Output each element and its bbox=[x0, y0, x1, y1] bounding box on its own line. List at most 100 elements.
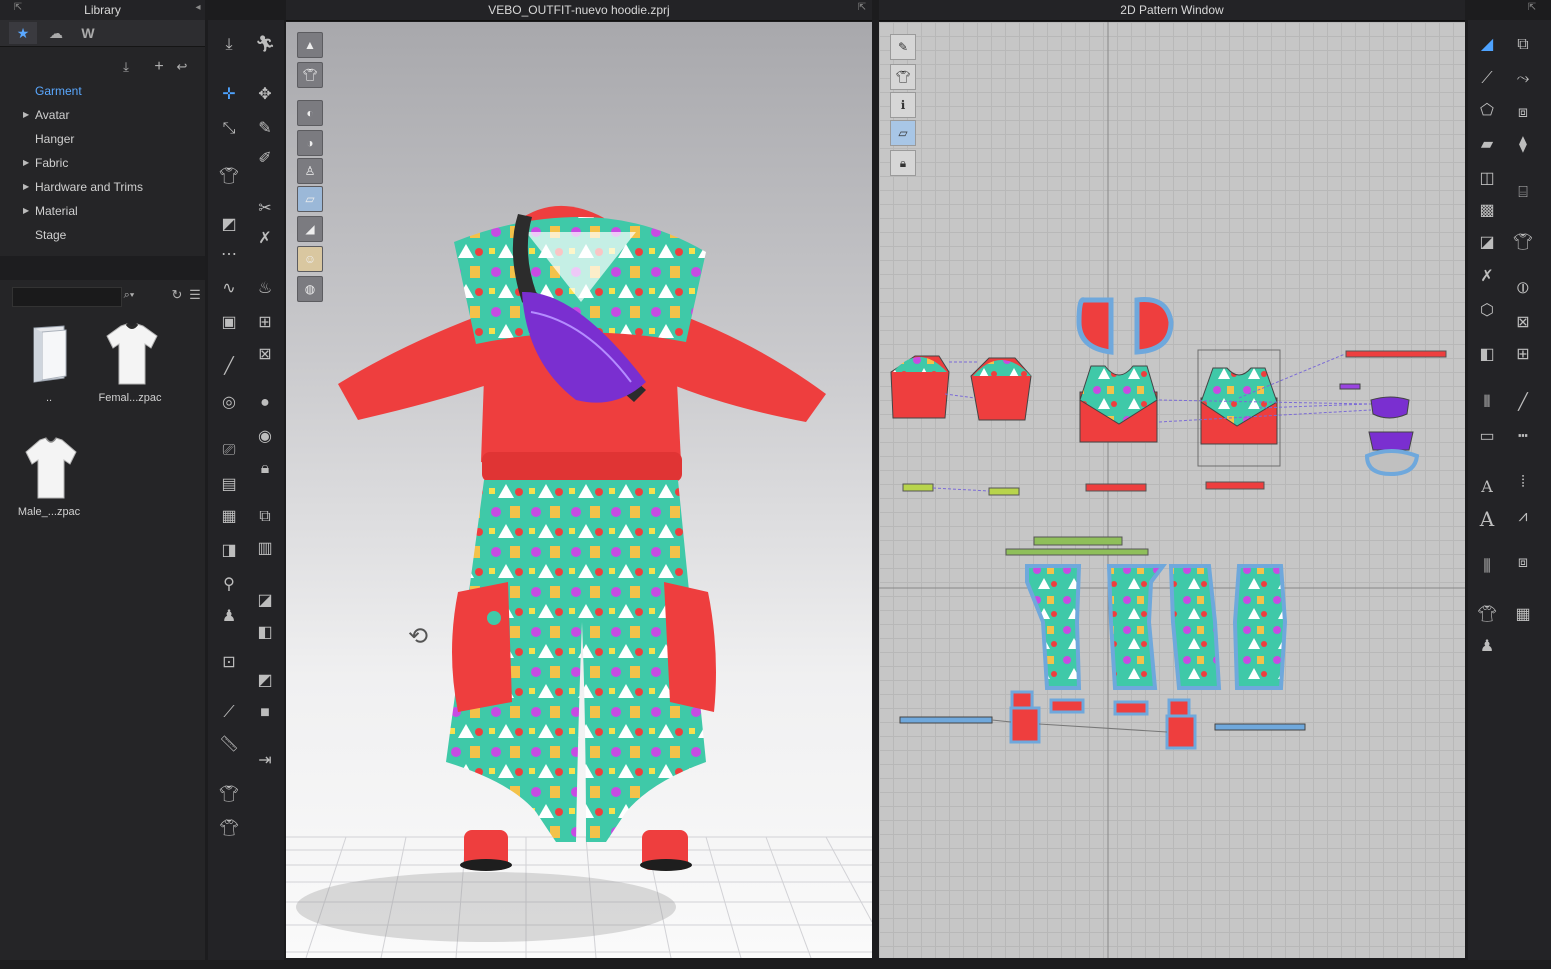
download-icon[interactable]: ⤓ bbox=[117, 58, 135, 76]
tree-item-fabric[interactable]: Fabric bbox=[35, 155, 68, 171]
ruler-icon[interactable]: ▭ bbox=[1474, 424, 1500, 450]
tree-item-material[interactable]: Material bbox=[35, 203, 78, 219]
expand-arrow-icon[interactable]: ▶ bbox=[23, 155, 29, 171]
cut-line-icon[interactable]: ✗ bbox=[1474, 264, 1500, 290]
3d-viewport[interactable]: ▲ 👕︎ ◐ ◑ ♙ ▱ ◢ ☺ ◍ ⟲ bbox=[286, 22, 872, 958]
grading-icon[interactable]: ⫼ bbox=[1474, 554, 1500, 580]
tape-icon[interactable]: ⎚ bbox=[216, 438, 242, 464]
library-search-input[interactable] bbox=[12, 287, 122, 307]
brush-icon[interactable]: ✐ bbox=[252, 146, 278, 172]
transform-pattern-icon[interactable]: ◢ bbox=[1474, 32, 1500, 58]
expand-arrow-icon[interactable]: ▶ bbox=[23, 203, 29, 219]
figure-icon[interactable]: ♟ bbox=[1474, 634, 1500, 660]
stitch-icon[interactable]: ⦙ bbox=[1510, 470, 1536, 496]
avatar-icon[interactable]: ♟ bbox=[216, 604, 242, 630]
puckering-icon[interactable]: ▦ bbox=[216, 504, 242, 530]
tree-item-stage[interactable]: Stage bbox=[35, 227, 66, 243]
checker-icon[interactable]: ⊞ bbox=[1510, 342, 1536, 368]
dart-icon[interactable]: ⧫ bbox=[1510, 132, 1536, 158]
list-view-icon[interactable]: ☰ bbox=[186, 286, 204, 304]
shirt-outline-icon[interactable]: 👕︎ bbox=[216, 782, 242, 808]
half-pattern-icon[interactable]: ◧ bbox=[1474, 342, 1500, 368]
slash-spread-icon[interactable]: ◪ bbox=[1474, 230, 1500, 256]
button-grid-icon[interactable]: ▦ bbox=[1510, 602, 1536, 628]
garment-size-icon[interactable]: ⊡ bbox=[216, 650, 242, 676]
dashed-ruler-icon[interactable]: ┅ bbox=[1510, 424, 1536, 450]
zigzag-icon[interactable]: ⩘ bbox=[1510, 504, 1536, 530]
elastic-icon[interactable]: ▥ bbox=[252, 536, 278, 562]
ruler-icon[interactable]: 📏︎ bbox=[216, 732, 242, 758]
rectangle-icon[interactable]: ▰ bbox=[1474, 132, 1500, 158]
shirt-plus-icon[interactable]: 👚︎ bbox=[216, 816, 242, 842]
text-large-icon[interactable]: A bbox=[1474, 506, 1500, 532]
garment-shirt-icon[interactable]: 👕︎ bbox=[1510, 230, 1536, 256]
cut-icon[interactable]: ✂ bbox=[252, 196, 278, 222]
file-item-parent-folder[interactable]: .. bbox=[12, 322, 86, 404]
segment-icon[interactable]: ⋯ bbox=[216, 242, 242, 268]
steam-icon[interactable]: ♨ bbox=[252, 276, 278, 302]
graphic-icon[interactable]: ◪ bbox=[252, 588, 278, 614]
internal-polygon-icon[interactable]: ⧈ bbox=[1510, 100, 1536, 126]
select-mesh-icon[interactable]: ✥ bbox=[252, 82, 278, 108]
garment-fit-icon[interactable]: 👕︎ bbox=[216, 164, 242, 190]
shirt-pin-icon[interactable]: 👚︎ bbox=[1474, 602, 1500, 628]
popout-icon[interactable]: ⇱ bbox=[1526, 3, 1538, 13]
cloud-icon[interactable]: ☁ bbox=[42, 22, 70, 44]
checker-icon[interactable]: ⊠ bbox=[252, 342, 278, 368]
tree-item-garment[interactable]: Garment bbox=[35, 83, 82, 99]
save-download-icon[interactable]: ⤓ bbox=[216, 32, 242, 58]
iron-icon[interactable]: ⌸ bbox=[1510, 180, 1536, 206]
snapshot-icon[interactable]: ▣ bbox=[216, 310, 242, 336]
needle-icon[interactable]: ✗ bbox=[252, 226, 278, 252]
rotate-gizmo-icon[interactable]: ⟲ bbox=[408, 622, 428, 651]
popout-icon[interactable]: ⇱ bbox=[12, 3, 24, 13]
w-logo-icon[interactable]: W bbox=[74, 22, 102, 44]
tape-measure-icon[interactable]: ⟋ bbox=[216, 700, 242, 726]
tack-icon[interactable]: ∿ bbox=[216, 276, 242, 302]
folding-icon[interactable]: ◫ bbox=[1474, 166, 1500, 192]
avatar-pose-icon[interactable]: ⚲ bbox=[216, 572, 242, 598]
lock-icon[interactable]: 🔒︎ bbox=[252, 456, 278, 482]
line-draw-icon[interactable]: ╱ bbox=[216, 354, 242, 380]
gathering-icon[interactable]: ⫴ bbox=[1474, 390, 1500, 416]
select-move-icon[interactable]: ✛ bbox=[216, 82, 242, 108]
tree-item-hardware-and-trims[interactable]: Hardware and Trims bbox=[35, 179, 143, 195]
2d-pattern-window[interactable]: ✎ 👕︎ ℹ ▱ 🔒︎ bbox=[879, 22, 1465, 958]
trim-icon[interactable]: ⧉ bbox=[252, 504, 278, 530]
texture-square-icon[interactable]: ■ bbox=[252, 700, 278, 726]
refresh-icon[interactable]: ↻ bbox=[168, 286, 186, 304]
button-icon[interactable]: ● bbox=[252, 390, 278, 416]
seam-icon[interactable]: ⦶ bbox=[1510, 276, 1536, 302]
avatar-fit-icon[interactable]: ⧈ bbox=[1510, 550, 1536, 576]
transform-copy-icon[interactable]: ⧉ bbox=[1510, 32, 1536, 58]
split-arrows-icon[interactable]: ⇥ bbox=[252, 748, 278, 774]
panel-divider[interactable] bbox=[0, 256, 205, 280]
measure-icon[interactable]: ◎ bbox=[216, 390, 242, 416]
add-icon[interactable]: + bbox=[150, 58, 168, 76]
tree-item-avatar[interactable]: Avatar bbox=[35, 107, 69, 123]
tree-item-hanger[interactable]: Hanger bbox=[35, 131, 74, 147]
back-icon[interactable]: ↩ bbox=[173, 58, 191, 76]
offset-icon[interactable]: ⬡ bbox=[1474, 298, 1500, 324]
transform-icon[interactable]: ⤡ bbox=[216, 116, 242, 142]
expand-arrow-icon[interactable]: ▶ bbox=[23, 107, 29, 123]
polygon-icon[interactable]: ⬠ bbox=[1474, 98, 1500, 124]
edit-point-icon[interactable]: ⟋ bbox=[1474, 66, 1500, 92]
fold-arrangement-icon[interactable]: ◩ bbox=[216, 212, 242, 238]
file-item-female-zpac[interactable]: Femal...zpac bbox=[93, 322, 167, 404]
popout-icon[interactable]: ⇱ bbox=[856, 3, 868, 13]
favorites-star-icon[interactable]: ★ bbox=[9, 22, 37, 44]
button-hole-icon[interactable]: ◉ bbox=[252, 424, 278, 450]
file-item-male-zpac[interactable]: Male_...zpac bbox=[12, 436, 86, 518]
grid-pattern-icon[interactable]: ⊞ bbox=[252, 310, 278, 336]
text-small-icon[interactable]: A bbox=[1474, 474, 1500, 500]
simulation-run-icon[interactable]: 🏃︎ bbox=[252, 32, 278, 58]
texture-icon[interactable]: ◧ bbox=[252, 620, 278, 646]
fold-icon[interactable]: ◨ bbox=[216, 538, 242, 564]
tape-line-icon[interactable]: ╱ bbox=[1510, 390, 1536, 416]
checker-seam-icon[interactable]: ⊠ bbox=[1510, 310, 1536, 336]
trace-icon[interactable]: ▩ bbox=[1474, 198, 1500, 224]
search-icon[interactable]: ⌕▾ bbox=[120, 286, 138, 304]
curve-point-icon[interactable]: ⤳ bbox=[1510, 66, 1536, 92]
expand-arrow-icon[interactable]: ▶ bbox=[23, 179, 29, 195]
